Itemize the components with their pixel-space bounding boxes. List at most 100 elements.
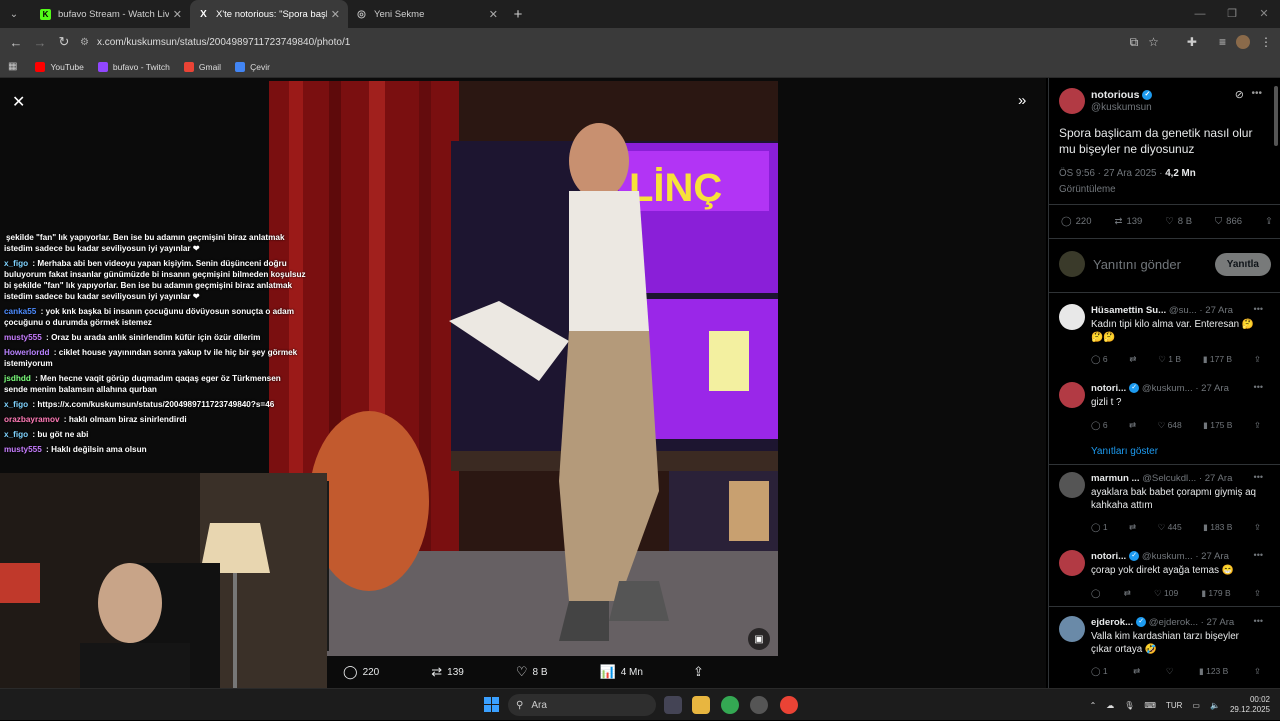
like-stat[interactable]: ♡ 8 B — [1165, 216, 1192, 227]
bookmark-twitch[interactable]: bufavo - Twitch — [97, 61, 170, 72]
extensions-icon[interactable]: ✚ — [1187, 35, 1197, 49]
close-tab-icon[interactable]: ✕ — [331, 8, 340, 21]
show-replies-link[interactable]: Yanıtları göster — [1091, 446, 1158, 457]
more-options-icon[interactable]: ••• — [1251, 88, 1262, 99]
tray-chevron-icon[interactable]: ⌃ — [1090, 701, 1097, 710]
tweet-timestamp: ÖS 9:56 · 27 Ara 2025 · 4,2 Mn — [1059, 168, 1196, 179]
reply-avatar[interactable] — [1059, 616, 1085, 642]
reply-more-icon[interactable]: ••• — [1254, 382, 1263, 392]
reply-comment-stat[interactable]: ◯ 1 — [1091, 522, 1108, 533]
reply-more-icon[interactable]: ••• — [1254, 304, 1263, 314]
reply-comment-stat[interactable]: ◯ — [1091, 588, 1101, 599]
tray-app-icon[interactable]: ☁ — [1106, 701, 1114, 710]
reply-repost-stat[interactable]: ⇄ — [1129, 420, 1136, 431]
close-tab-icon[interactable]: ✕ — [489, 8, 498, 21]
back-icon[interactable]: ← — [4, 35, 28, 50]
reply-more-icon[interactable]: ••• — [1254, 550, 1263, 560]
reply-views-stat[interactable]: ▮ 123 B — [1199, 666, 1228, 677]
views-button[interactable]: 📊 4 Mn — [600, 664, 643, 680]
reload-icon[interactable]: ↻ — [52, 34, 76, 50]
reply-repost-stat[interactable]: ⇄ — [1133, 666, 1140, 677]
reply-like-stat[interactable]: ♡ 445 — [1158, 522, 1182, 533]
close-lightbox-icon[interactable]: ✕ — [12, 92, 25, 112]
bookmark-stat[interactable]: ⛉ 866 — [1215, 216, 1242, 227]
reply-input[interactable]: Yanıtını gönder — [1093, 257, 1215, 272]
author-avatar[interactable] — [1059, 88, 1085, 114]
reply-views-stat[interactable]: ▮ 175 B — [1203, 420, 1232, 431]
apps-grid-icon[interactable]: ▦ — [8, 61, 17, 72]
tab-search-dropdown[interactable]: ⌄ — [4, 4, 24, 24]
microphone-icon[interactable]: 🎙 — [1124, 701, 1134, 710]
reply-more-icon[interactable]: ••• — [1254, 472, 1263, 482]
taskbar-search[interactable]: ⚲ Ara — [508, 694, 656, 716]
tab-x-notorious[interactable]: X X'te notorious: "Spora başlicam ✕ — [190, 0, 348, 28]
new-tab-button[interactable]: + — [506, 6, 530, 23]
reply-views-stat[interactable]: ▮ 177 B — [1203, 354, 1232, 365]
grok-icon[interactable]: ⊘ — [1235, 88, 1244, 101]
clock[interactable]: 00:02 29.12.2025 — [1230, 695, 1270, 715]
chrome-profile-icon[interactable] — [780, 696, 798, 714]
close-window-icon[interactable]: ✕ — [1248, 0, 1280, 28]
reply-share-icon[interactable]: ⇪ — [1254, 354, 1261, 365]
profile-avatar[interactable] — [1236, 35, 1250, 49]
maximize-icon[interactable]: ❐ — [1216, 0, 1248, 28]
media-control-icon[interactable]: ≡ — [1219, 35, 1226, 49]
reply-share-icon[interactable]: ⇪ — [1254, 522, 1261, 533]
reply-repost-stat[interactable]: ⇄ — [1124, 588, 1131, 599]
reply-like-stat[interactable]: ♡ 109 — [1154, 588, 1178, 599]
task-view-icon[interactable] — [664, 696, 682, 714]
panel-scrollbar[interactable] — [1274, 86, 1278, 146]
reply-avatar[interactable] — [1059, 472, 1085, 498]
repost-button[interactable]: ⇄ 139 — [431, 664, 464, 680]
keyboard-icon[interactable]: ⌨ — [1144, 701, 1156, 710]
reply-avatar[interactable] — [1059, 550, 1085, 576]
site-info-icon[interactable]: ⚙ — [80, 37, 89, 48]
tweet-photo[interactable]: LİNÇ — [269, 81, 778, 656]
reply-comment-stat[interactable]: ◯ 6 — [1091, 354, 1108, 365]
reply-share-icon[interactable]: ⇪ — [1254, 588, 1261, 599]
like-button[interactable]: ♡ 8 B — [516, 664, 548, 680]
install-app-icon[interactable]: ⧉ — [1130, 35, 1139, 50]
reply-share-icon[interactable]: ⇪ — [1254, 666, 1261, 677]
reply-more-icon[interactable]: ••• — [1254, 616, 1263, 626]
reply-repost-stat[interactable]: ⇄ — [1129, 522, 1136, 533]
volume-icon[interactable]: 🔈 — [1210, 701, 1220, 710]
reply-views-stat[interactable]: ▮ 183 B — [1203, 522, 1232, 533]
share-button[interactable]: ⇪ — [693, 664, 704, 680]
bookmark-gmail[interactable]: Gmail — [183, 61, 221, 72]
reply-stat[interactable]: ◯ 220 — [1061, 216, 1092, 227]
share-stat[interactable]: ⇪ — [1265, 216, 1273, 227]
chrome-icon[interactable] — [721, 696, 739, 714]
reply-comment-stat[interactable]: ◯ 6 — [1091, 420, 1108, 431]
author-handle[interactable]: @kuskumsun — [1091, 102, 1152, 113]
network-icon[interactable]: ▭ — [1192, 701, 1200, 710]
tab-bufavo-stream[interactable]: K bufavo Stream - Watch Live on ✕ — [32, 0, 190, 28]
bookmark-translate[interactable]: Çevir — [235, 61, 270, 72]
reply-avatar[interactable] — [1059, 304, 1085, 330]
reply-share-icon[interactable]: ⇪ — [1254, 420, 1261, 431]
bookmark-youtube[interactable]: YouTube — [35, 61, 84, 72]
reply-avatar[interactable] — [1059, 382, 1085, 408]
reply-like-stat[interactable]: ♡ 1 B — [1158, 354, 1181, 365]
reply-like-stat[interactable]: ♡ — [1166, 666, 1174, 677]
repost-stat[interactable]: ⇄ 139 — [1114, 216, 1142, 227]
reply-repost-stat[interactable]: ⇄ — [1129, 354, 1136, 365]
close-tab-icon[interactable]: ✕ — [173, 8, 182, 21]
language-indicator[interactable]: TUR — [1166, 701, 1182, 710]
author-name[interactable]: notorious ✓ — [1091, 89, 1153, 101]
windows-start-icon[interactable] — [484, 697, 499, 712]
file-explorer-icon[interactable] — [692, 696, 710, 714]
browser-menu-icon[interactable]: ⋮ — [1260, 35, 1272, 49]
reply-submit-button[interactable]: Yanıtla — [1214, 252, 1271, 276]
image-options-icon[interactable]: ▣ — [748, 628, 770, 650]
tab-new-tab[interactable]: ◎ Yeni Sekme ✕ — [348, 0, 506, 28]
minimize-icon[interactable]: — — [1184, 0, 1216, 28]
reply-comment-stat[interactable]: ◯ 1 — [1091, 666, 1108, 677]
reply-button[interactable]: ◯ 220 — [343, 664, 379, 680]
reply-like-stat[interactable]: ♡ 648 — [1158, 420, 1182, 431]
bookmark-star-icon[interactable]: ☆ — [1148, 35, 1159, 49]
url-field[interactable]: ⚙ x.com/kuskumsun/status/200498971172374… — [80, 31, 1130, 53]
obs-icon[interactable] — [750, 696, 768, 714]
reply-views-stat[interactable]: ▮ 179 B — [1201, 588, 1230, 599]
forward-icon[interactable]: → — [28, 35, 52, 50]
